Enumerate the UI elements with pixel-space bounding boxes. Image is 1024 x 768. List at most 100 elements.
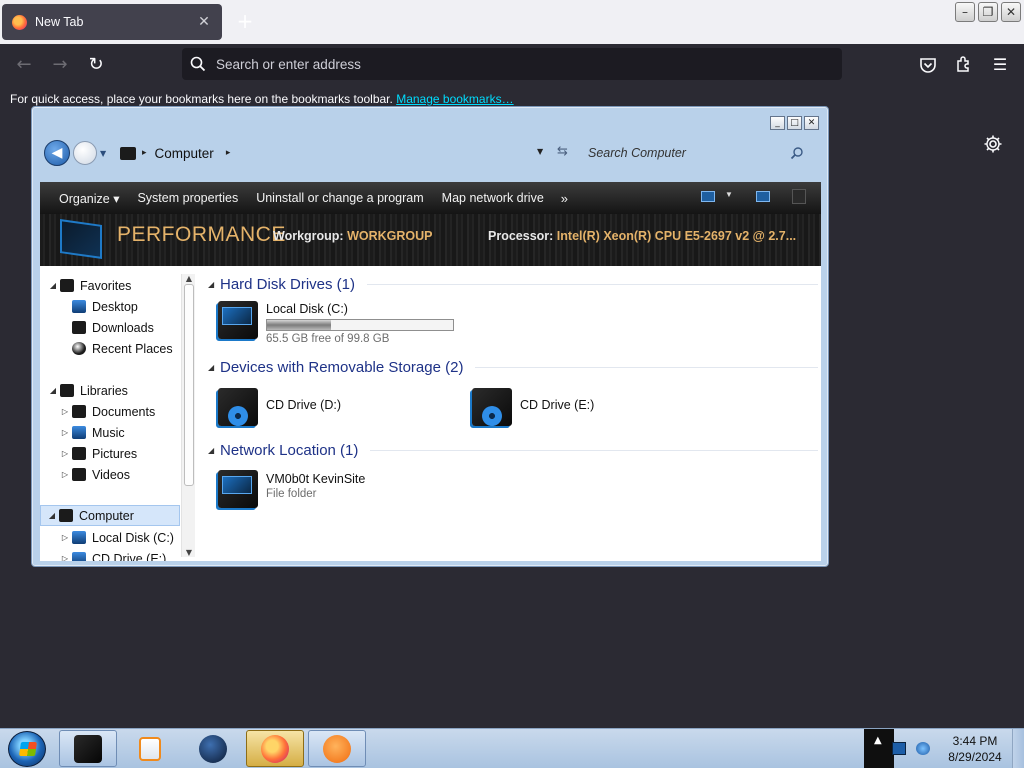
nav-item-label: Videos xyxy=(92,467,130,482)
nav-item-pictures[interactable]: ▷ Pictures xyxy=(60,443,137,464)
breadcrumb-separator[interactable]: ▸ xyxy=(226,148,231,158)
address-dropdown-icon[interactable]: ▼ xyxy=(537,147,543,156)
breadcrumb-separator[interactable]: ▸ xyxy=(142,148,147,158)
group-network-location[interactable]: ◢ Network Location (1) xyxy=(208,439,818,461)
show-desktop-button[interactable] xyxy=(1012,729,1024,768)
show-hidden-icons-icon[interactable]: ▲ xyxy=(874,735,882,746)
nav-item-local-disk[interactable]: ▷ Local Disk (C:) xyxy=(60,527,174,548)
extensions-icon[interactable] xyxy=(955,55,973,73)
expand-icon[interactable]: ▷ xyxy=(60,407,70,416)
reload-button[interactable]: ↻ xyxy=(83,52,109,78)
network-tray-icon[interactable] xyxy=(892,742,906,755)
address-bar[interactable] xyxy=(182,48,842,80)
group-title: Hard Disk Drives (1) xyxy=(220,275,356,293)
breadcrumb[interactable]: ▸ Computer ▸ xyxy=(116,140,536,166)
view-dropdown-icon[interactable]: ▼ xyxy=(725,190,733,199)
taskbar-avast-button[interactable] xyxy=(308,730,366,767)
refresh-icon[interactable]: ⇆ xyxy=(557,144,568,159)
new-tab-button[interactable]: + xyxy=(235,10,255,32)
drive-local-disk-c[interactable]: Local Disk (C:) 65.5 GB free of 99.8 GB xyxy=(214,297,474,347)
expand-icon[interactable]: ▷ xyxy=(60,554,70,561)
scroll-up-icon[interactable]: ▲ xyxy=(182,274,196,283)
libraries-icon xyxy=(60,384,74,397)
change-view-icon[interactable] xyxy=(701,191,715,202)
help-icon[interactable] xyxy=(792,189,806,204)
expand-icon[interactable]: ◢ xyxy=(48,281,58,290)
nav-item-downloads[interactable]: Downloads xyxy=(60,317,154,338)
nav-item-favorites[interactable]: ◢ Favorites xyxy=(48,275,131,296)
back-button[interactable]: ← xyxy=(11,52,37,78)
network-location-item[interactable]: VM0b0t KevinSite File folder xyxy=(214,466,474,516)
collapse-icon[interactable]: ◢ xyxy=(208,363,220,372)
computer-icon xyxy=(59,509,73,522)
map-network-drive-button[interactable]: Map network drive xyxy=(433,191,553,205)
explorer-maximize-button[interactable]: □ xyxy=(787,116,802,130)
volume-tray-icon[interactable] xyxy=(916,742,930,755)
explorer-close-button[interactable]: ✕ xyxy=(804,116,819,130)
nav-item-desktop[interactable]: Desktop xyxy=(60,296,138,317)
explorer-forward-button[interactable] xyxy=(73,141,97,165)
taskbar-globe-button[interactable] xyxy=(184,730,242,767)
organize-menu[interactable]: Organize ▾ xyxy=(50,191,128,206)
breadcrumb-computer[interactable]: Computer xyxy=(155,146,214,161)
nav-item-documents[interactable]: ▷ Documents xyxy=(60,401,155,422)
nav-item-computer[interactable]: ◢ Computer xyxy=(40,505,180,526)
nav-item-label: Libraries xyxy=(80,383,128,398)
explorer-minimize-button[interactable]: _ xyxy=(770,116,785,130)
system-clock[interactable]: 3:44 PM 8/29/2024 xyxy=(940,733,1010,765)
tray-overflow[interactable]: ▲ xyxy=(864,729,894,768)
nav-item-label: CD Drive (E:) xyxy=(92,551,167,562)
scrollbar-thumb[interactable] xyxy=(184,284,194,486)
media-player-icon xyxy=(139,736,161,761)
uninstall-program-button[interactable]: Uninstall or change a program xyxy=(247,191,432,205)
preview-pane-icon[interactable] xyxy=(756,191,770,202)
start-button[interactable] xyxy=(8,731,46,767)
collapse-icon[interactable]: ◢ xyxy=(208,280,220,289)
expand-icon[interactable]: ▷ xyxy=(60,428,70,437)
system-properties-button[interactable]: System properties xyxy=(128,191,247,205)
explorer-back-button[interactable]: ◀ xyxy=(44,140,70,166)
nav-item-recent-places[interactable]: Recent Places xyxy=(60,338,173,359)
expand-icon[interactable]: ◢ xyxy=(48,386,58,395)
close-window-button[interactable]: ✕ xyxy=(1001,2,1021,22)
drive-cd-d[interactable]: CD Drive (D:) xyxy=(214,384,454,434)
nav-item-cd-drive-e[interactable]: ▷ CD Drive (E:) xyxy=(60,548,166,561)
manage-bookmarks-link[interactable]: Manage bookmarks… xyxy=(396,92,513,106)
collapse-icon[interactable]: ◢ xyxy=(208,446,220,455)
taskbar-explorer-button[interactable] xyxy=(59,730,117,767)
taskbar-media-player-button[interactable] xyxy=(121,730,179,767)
gear-icon[interactable] xyxy=(983,134,1003,154)
more-commands-button[interactable]: » xyxy=(553,191,576,206)
monitor-icon xyxy=(60,219,102,259)
nav-item-music[interactable]: ▷ Music xyxy=(60,422,125,443)
nav-item-libraries[interactable]: ◢ Libraries xyxy=(48,380,128,401)
tab-new-tab[interactable]: New Tab ✕ xyxy=(2,4,222,40)
pocket-icon[interactable] xyxy=(919,56,937,74)
history-dropdown-icon[interactable]: ▼ xyxy=(100,149,106,158)
navigation-toolbar: ← → ↻ ☰ xyxy=(0,44,1024,86)
forward-button[interactable]: → xyxy=(47,52,73,78)
drive-cd-e[interactable]: CD Drive (E:) xyxy=(468,384,708,434)
menu-icon[interactable]: ☰ xyxy=(987,52,1013,78)
favorites-icon xyxy=(60,279,74,292)
expand-icon[interactable]: ▷ xyxy=(60,533,70,542)
expand-icon[interactable]: ▷ xyxy=(60,470,70,479)
tab-close-icon[interactable]: ✕ xyxy=(196,14,212,30)
taskbar-firefox-button[interactable] xyxy=(246,730,304,767)
explorer-search-input[interactable] xyxy=(580,146,790,160)
group-removable-storage[interactable]: ◢ Devices with Removable Storage (2) xyxy=(208,356,818,378)
group-hard-disk-drives[interactable]: ◢ Hard Disk Drives (1) xyxy=(208,273,818,295)
expand-icon[interactable]: ◢ xyxy=(47,511,57,520)
maximize-button[interactable]: ❐ xyxy=(978,2,998,22)
minimize-button[interactable]: – xyxy=(955,2,975,22)
nav-pane-scrollbar[interactable]: ▲ ▼ xyxy=(181,274,195,557)
search-icon[interactable] xyxy=(790,146,804,160)
explorer-search-box[interactable] xyxy=(580,140,820,166)
group-divider xyxy=(475,366,818,368)
workgroup-info: Workgroup: WORKGROUP xyxy=(273,229,433,243)
expand-icon[interactable]: ▷ xyxy=(60,449,70,458)
address-input[interactable] xyxy=(216,56,816,72)
nav-item-label: Computer xyxy=(79,508,134,523)
scroll-down-icon[interactable]: ▼ xyxy=(182,548,196,557)
nav-item-videos[interactable]: ▷ Videos xyxy=(60,464,130,485)
